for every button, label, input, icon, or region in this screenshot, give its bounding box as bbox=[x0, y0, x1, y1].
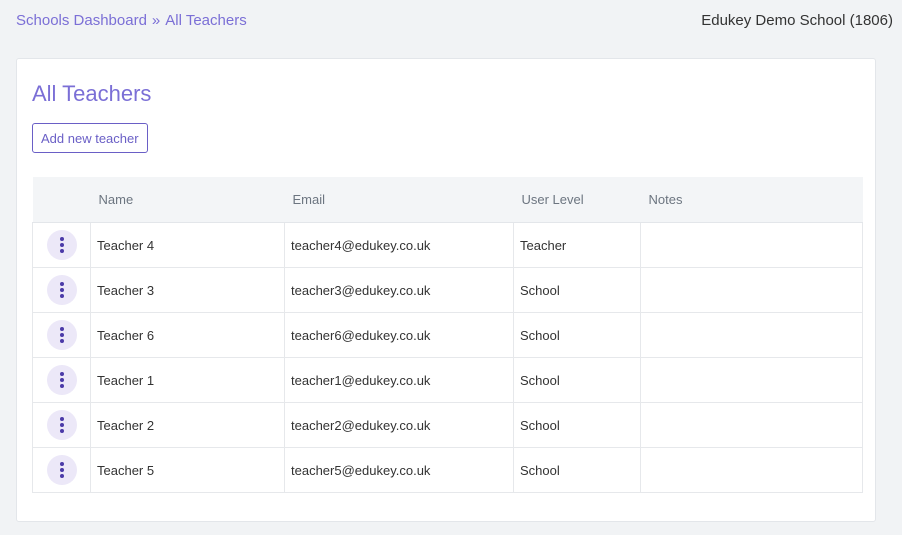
table-row: Teacher 1 teacher1@edukey.co.uk School bbox=[32, 357, 863, 403]
cell-email: teacher3@edukey.co.uk bbox=[284, 267, 514, 313]
cell-notes bbox=[640, 357, 863, 403]
cell-user-level: School bbox=[513, 312, 641, 358]
cell-email: teacher6@edukey.co.uk bbox=[284, 312, 514, 358]
table-row: Teacher 6 teacher6@edukey.co.uk School bbox=[32, 312, 863, 358]
cell-name: Teacher 1 bbox=[90, 357, 285, 403]
column-header-name[interactable]: Name bbox=[90, 177, 285, 223]
column-header-actions bbox=[32, 177, 91, 223]
school-name: Edukey Demo School (1806) bbox=[701, 12, 893, 29]
cell-email: teacher1@edukey.co.uk bbox=[284, 357, 514, 403]
row-actions-cell bbox=[32, 312, 91, 358]
table-row: Teacher 5 teacher5@edukey.co.uk School bbox=[32, 447, 863, 493]
cell-user-level: School bbox=[513, 402, 641, 448]
row-actions-button[interactable] bbox=[46, 320, 77, 350]
breadcrumb: Schools Dashboard» All Teachers bbox=[16, 12, 247, 29]
cell-notes bbox=[640, 267, 863, 313]
cell-name: Teacher 3 bbox=[90, 267, 285, 313]
cell-email: teacher5@edukey.co.uk bbox=[284, 447, 514, 493]
table-row: Teacher 4 teacher4@edukey.co.uk Teacher bbox=[32, 222, 863, 268]
teachers-table: Name Email User Level Notes Teacher 4 tea… bbox=[32, 177, 863, 493]
kebab-menu-icon bbox=[59, 372, 64, 388]
table-row: Teacher 3 teacher3@edukey.co.uk School bbox=[32, 267, 863, 313]
cell-name: Teacher 5 bbox=[90, 447, 285, 493]
kebab-menu-icon bbox=[59, 327, 64, 343]
cell-notes bbox=[640, 312, 863, 358]
column-header-notes[interactable]: Notes bbox=[640, 177, 863, 223]
cell-user-level: School bbox=[513, 447, 641, 493]
cell-user-level: School bbox=[513, 267, 641, 313]
teachers-card: All Teachers Add new teacher Name Email … bbox=[16, 58, 876, 522]
breadcrumb-all-teachers[interactable]: All Teachers bbox=[165, 12, 246, 29]
row-actions-cell bbox=[32, 267, 91, 313]
row-actions-button[interactable] bbox=[46, 410, 77, 440]
row-actions-cell bbox=[32, 402, 91, 448]
table-row: Teacher 2 teacher2@edukey.co.uk School bbox=[32, 402, 863, 448]
page-title: All Teachers bbox=[32, 81, 152, 106]
row-actions-button[interactable] bbox=[46, 455, 77, 485]
column-header-email[interactable]: Email bbox=[284, 177, 514, 223]
kebab-menu-icon bbox=[59, 237, 64, 253]
row-actions-button[interactable] bbox=[46, 365, 77, 395]
cell-user-level: Teacher bbox=[513, 222, 641, 268]
breadcrumb-separator: » bbox=[151, 12, 161, 29]
top-bar: Schools Dashboard» All Teachers Edukey De… bbox=[0, 0, 902, 44]
row-actions-cell bbox=[32, 447, 91, 493]
teachers-table-wrapper: Name Email User Level Notes Teacher 4 tea… bbox=[32, 177, 863, 493]
kebab-menu-icon bbox=[59, 462, 64, 478]
kebab-menu-icon bbox=[59, 417, 64, 433]
cell-notes bbox=[640, 402, 863, 448]
row-actions-button[interactable] bbox=[46, 230, 77, 260]
cell-name: Teacher 6 bbox=[90, 312, 285, 358]
table-header: Name Email User Level Notes bbox=[32, 177, 863, 223]
cell-name: Teacher 4 bbox=[90, 222, 285, 268]
cell-email: teacher2@edukey.co.uk bbox=[284, 402, 514, 448]
add-new-teacher-button[interactable]: Add new teacher bbox=[32, 123, 148, 153]
breadcrumb-schools-dashboard[interactable]: Schools Dashboard bbox=[16, 12, 147, 29]
row-actions-cell bbox=[32, 222, 91, 268]
cell-email: teacher4@edukey.co.uk bbox=[284, 222, 514, 268]
cell-name: Teacher 2 bbox=[90, 402, 285, 448]
row-actions-button[interactable] bbox=[46, 275, 77, 305]
table-body: Teacher 4 teacher4@edukey.co.uk Teacher Tea… bbox=[32, 222, 863, 493]
row-actions-cell bbox=[32, 357, 91, 403]
kebab-menu-icon bbox=[59, 282, 64, 298]
cell-notes bbox=[640, 222, 863, 268]
column-header-user-level[interactable]: User Level bbox=[513, 177, 641, 223]
cell-notes bbox=[640, 447, 863, 493]
cell-user-level: School bbox=[513, 357, 641, 403]
